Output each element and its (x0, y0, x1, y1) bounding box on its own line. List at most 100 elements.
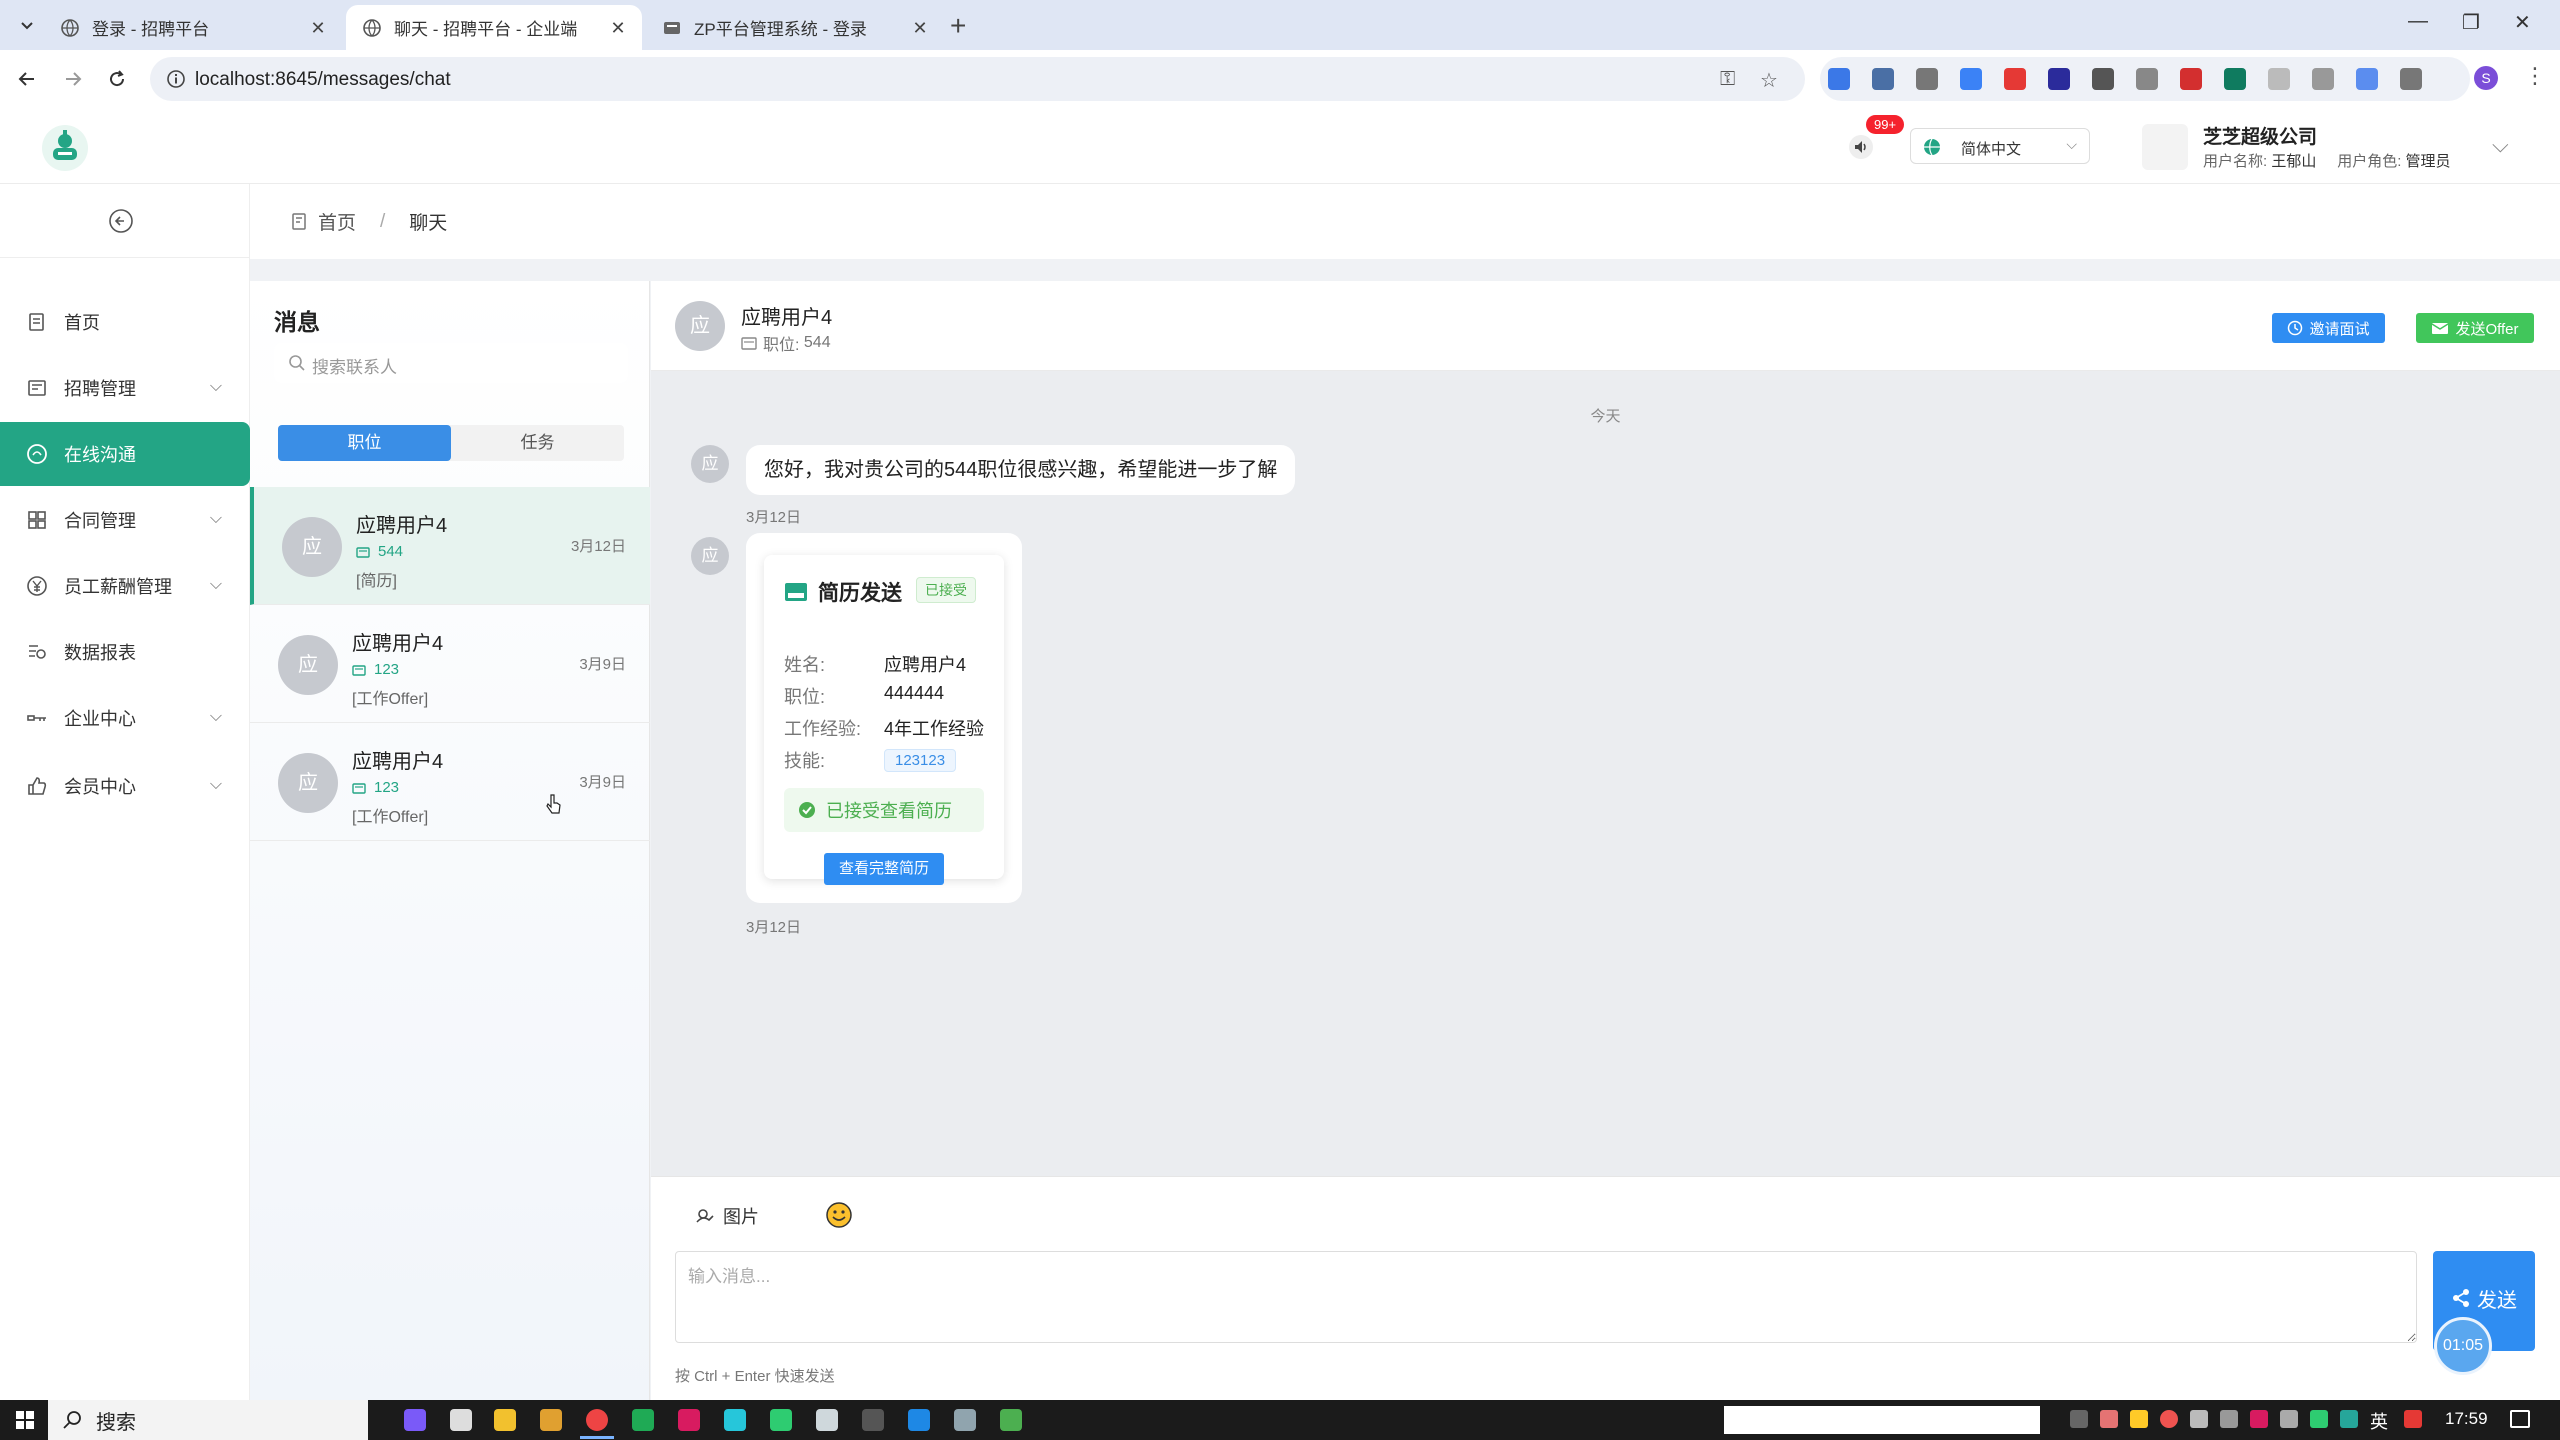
new-tab-button[interactable]: + (950, 10, 966, 42)
tray-icon[interactable] (2130, 1410, 2148, 1428)
reload-button[interactable] (102, 64, 132, 94)
notification-center-icon[interactable] (2510, 1410, 2530, 1428)
extension-icon[interactable] (2136, 68, 2158, 90)
sidebar-item-salary[interactable]: 员工薪酬管理 ⌵ (0, 554, 250, 618)
speaker-icon[interactable] (2280, 1410, 2298, 1428)
close-icon[interactable]: ✕ (910, 18, 930, 39)
site-info-icon[interactable] (166, 69, 186, 89)
taskbar-input-box[interactable] (1724, 1406, 2040, 1434)
contact-item[interactable]: 应 应聘用户4 123 [工作Offer] 3月9日 (250, 723, 650, 841)
taskbar-clock[interactable]: 17:59 (2445, 1409, 2488, 1429)
contact-item[interactable]: 应 应聘用户4 544 [简历] 3月12日 (250, 487, 650, 605)
extension-icon[interactable] (2224, 68, 2246, 90)
taskbar-app-icon[interactable] (540, 1409, 562, 1431)
pdf-icon[interactable] (2180, 68, 2202, 90)
tab-login[interactable]: 登录 - 招聘平台 ✕ (44, 5, 342, 50)
tab-admin-login[interactable]: ZP平台管理系统 - 登录 ✕ (646, 5, 944, 50)
sidebar-item-online-chat[interactable]: 在线沟通 (0, 422, 250, 486)
extension-icon[interactable] (2268, 68, 2290, 90)
share-icon (2453, 1289, 2469, 1307)
tray-icon[interactable] (2404, 1410, 2422, 1428)
tab-task[interactable]: 任务 (451, 425, 624, 461)
wechat-icon[interactable] (770, 1409, 792, 1431)
taskbar-app-icon[interactable] (404, 1409, 426, 1431)
wechat-tray-icon[interactable] (2310, 1410, 2328, 1428)
chrome-icon[interactable] (586, 1409, 608, 1431)
send-offer-button[interactable]: 发送Offer (2416, 313, 2534, 343)
invite-interview-button[interactable]: 邀请面试 (2272, 313, 2385, 343)
close-icon[interactable]: ✕ (308, 18, 328, 39)
collapse-sidebar-icon[interactable] (108, 208, 134, 234)
send-hint: 按 Ctrl + Enter 快速发送 (675, 1368, 835, 1385)
address-bar[interactable]: localhost:8645/messages/chat ⚿ ☆ (150, 57, 1805, 101)
extension-icon[interactable] (2356, 68, 2378, 90)
translate-icon[interactable] (1960, 68, 1982, 90)
user-info: 用户名称: 王郁山 用户角色: 管理员 (2203, 150, 2451, 171)
windows-start-icon[interactable] (16, 1411, 34, 1429)
back-button[interactable] (12, 64, 42, 94)
taskbar-search[interactable]: 搜索 (48, 1400, 368, 1440)
extension-icon[interactable] (2092, 68, 2114, 90)
message-input[interactable] (675, 1251, 2417, 1343)
tray-icon[interactable] (2070, 1410, 2088, 1428)
extension-icon[interactable] (1828, 68, 1850, 90)
extension-icon[interactable] (2004, 68, 2026, 90)
emoji-icon[interactable] (825, 1201, 853, 1229)
puzzle-icon[interactable] (2400, 68, 2422, 90)
tab-position[interactable]: 职位 (278, 425, 451, 461)
sidebar-item-contract[interactable]: 合同管理 ⌵ (0, 488, 250, 552)
contact-search-input[interactable]: 搜索联系人 (274, 343, 628, 383)
breadcrumb-home[interactable]: 首页 (318, 208, 356, 235)
tray-icon[interactable] (2100, 1410, 2118, 1428)
chevron-down-icon: ⌵ (209, 510, 222, 527)
tab-chat[interactable]: 聊天 - 招聘平台 - 企业端 ✕ (346, 5, 642, 50)
minimize-button[interactable]: — (2408, 10, 2428, 33)
sidebar-item-recruit[interactable]: 招聘管理 ⌵ (0, 356, 250, 420)
bookmark-star-icon[interactable]: ☆ (1760, 68, 1778, 93)
taskbar-app-icon[interactable] (724, 1409, 746, 1431)
app-logo-icon[interactable] (40, 123, 90, 173)
sidebar-item-member[interactable]: 会员中心 ⌵ (0, 754, 250, 818)
tray-icon[interactable] (2250, 1410, 2268, 1428)
forward-button[interactable] (58, 64, 88, 94)
taskbar-app-icon[interactable] (1000, 1409, 1022, 1431)
taskbar-app-icon[interactable] (678, 1409, 700, 1431)
browser-menu-icon[interactable]: ⋮ (2524, 63, 2546, 89)
sidebar-item-reports[interactable]: 数据报表 (0, 620, 250, 684)
tray-icon[interactable] (2160, 1410, 2178, 1428)
close-icon[interactable]: ✕ (608, 18, 628, 39)
profile-avatar[interactable]: S (2474, 66, 2498, 90)
tray-icon[interactable] (2220, 1410, 2238, 1428)
image-upload-button[interactable]: 图片 (695, 1203, 759, 1229)
tray-icon[interactable] (2340, 1410, 2358, 1428)
message-list[interactable]: 今天 应 您好，我对贵公司的544职位很感兴趣，希望能进一步了解 3月12日 应… (546, 371, 2560, 1176)
taskbar-app-icon[interactable] (954, 1409, 976, 1431)
taskbar-app-icon[interactable] (816, 1409, 838, 1431)
view-full-resume-button[interactable]: 查看完整简历 (824, 853, 944, 885)
taskbar-app-icon[interactable] (450, 1409, 472, 1431)
extension-icon[interactable] (2048, 68, 2070, 90)
taskbar-app-icon[interactable] (632, 1409, 654, 1431)
password-key-icon[interactable]: ⚿ (1720, 68, 1735, 91)
input-method-indicator[interactable]: 英 (2370, 1408, 2388, 1434)
restore-button[interactable]: ❐ (2462, 10, 2480, 35)
extension-icon[interactable] (1916, 68, 1938, 90)
sidebar: 首页 招聘管理 ⌵ 在线沟通 合同管理 ⌵ 员工薪酬管理 ⌵ 数据报表 企业中心 (0, 184, 250, 1400)
language-select[interactable]: 简体中文 ⌵ (1910, 128, 2090, 164)
contact-item[interactable]: 应 应聘用户4 123 [工作Offer] 3月9日 (250, 605, 650, 723)
speaker-notification-icon[interactable] (1848, 134, 1874, 160)
tray-icon[interactable] (2190, 1410, 2208, 1428)
close-window-button[interactable]: ✕ (2514, 10, 2531, 35)
mouse-cursor-icon (546, 794, 561, 814)
file-explorer-icon[interactable] (494, 1409, 516, 1431)
extension-icon[interactable] (1872, 68, 1894, 90)
camera-icon[interactable] (2312, 68, 2334, 90)
tab-search-button[interactable] (14, 13, 40, 39)
user-menu-chevron-icon[interactable]: ⌵ (2492, 132, 2509, 158)
taskbar-app-icon[interactable] (862, 1409, 884, 1431)
sidebar-item-enterprise[interactable]: 企业中心 ⌵ (0, 686, 250, 750)
recording-timer[interactable]: 01:05 (2434, 1317, 2492, 1375)
company-avatar[interactable] (2142, 124, 2188, 170)
sidebar-item-home[interactable]: 首页 (0, 290, 250, 354)
taskbar-app-icon[interactable] (908, 1409, 930, 1431)
